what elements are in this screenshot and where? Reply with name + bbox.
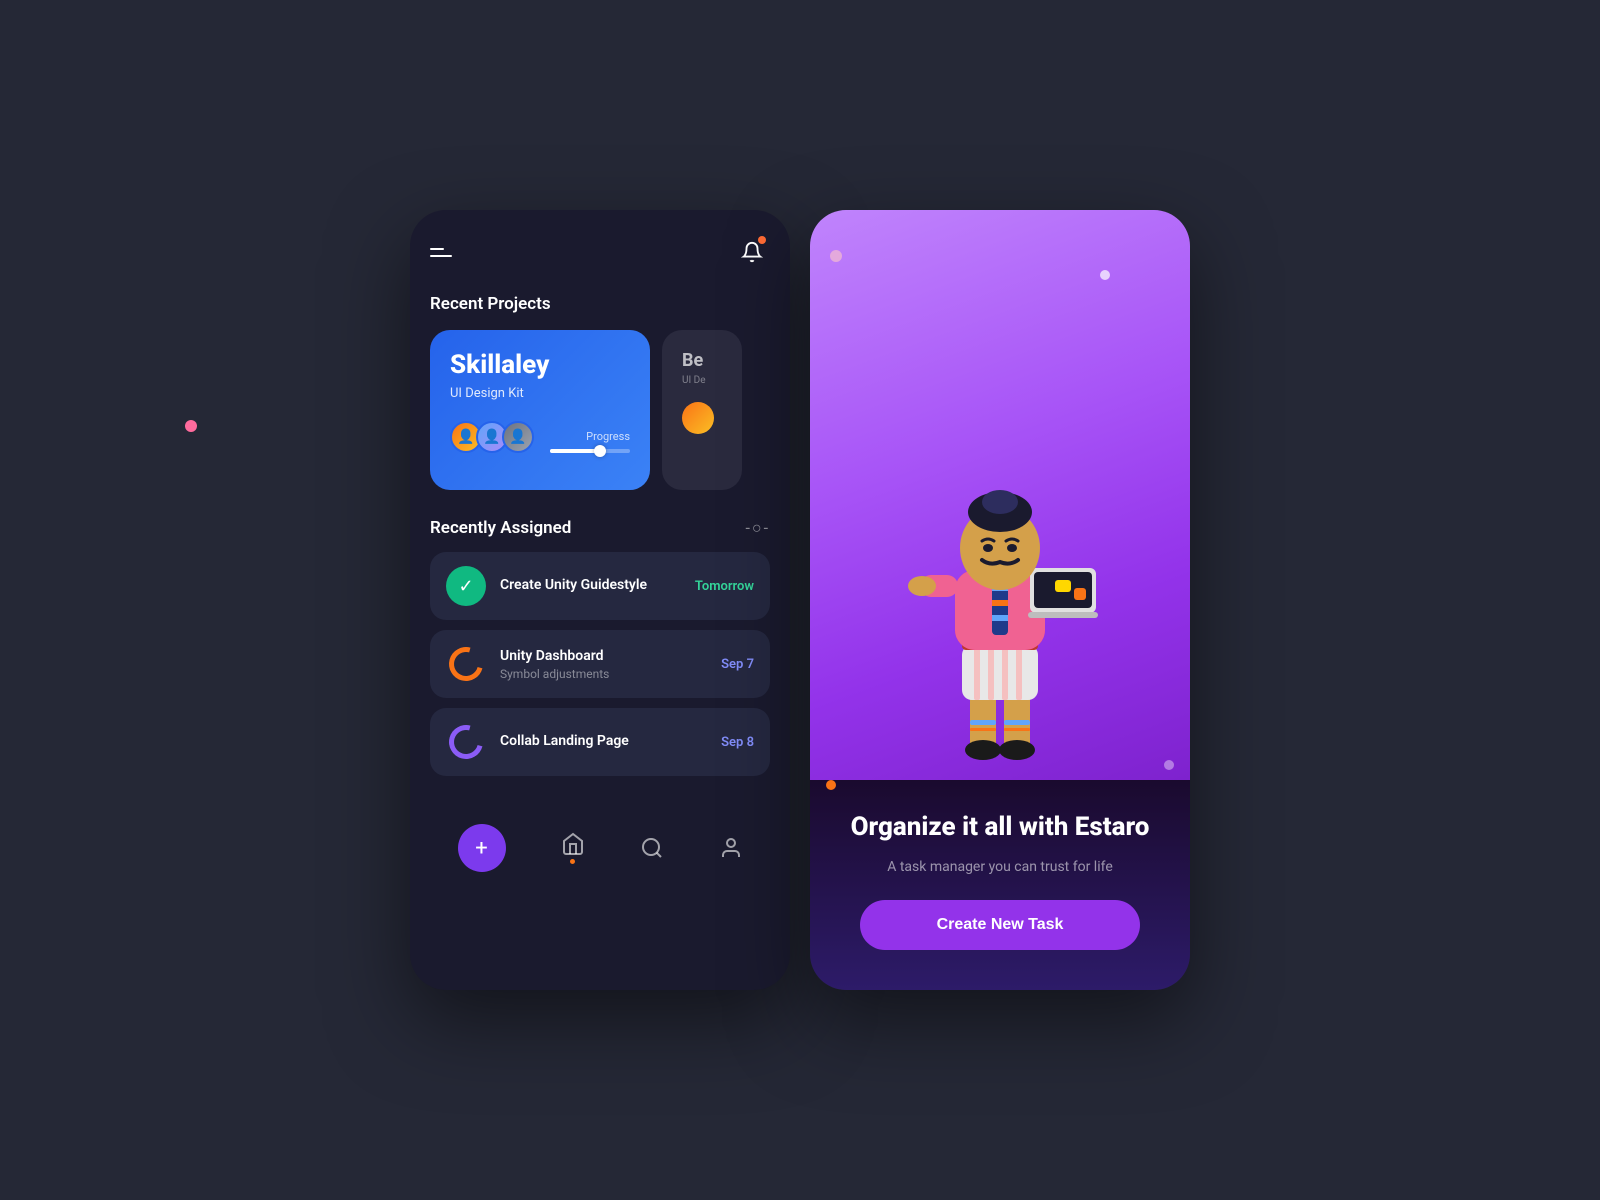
task-name: Unity Dashboard — [500, 648, 707, 664]
app-description: A task manager you can trust for life — [887, 857, 1113, 878]
task-icon-c-purple — [446, 722, 486, 762]
task-info: Create Unity Guidestyle — [500, 577, 681, 596]
task-item[interactable]: Unity Dashboard Symbol adjustments Sep 7 — [430, 630, 770, 698]
task-name: Collab Landing Page — [500, 733, 707, 749]
character-panel — [810, 210, 1190, 780]
menu-button[interactable] — [430, 248, 452, 257]
task-date: Sep 8 — [721, 735, 754, 750]
float-decoration-1 — [1100, 270, 1110, 280]
float-decoration-2 — [830, 250, 842, 262]
filter-icon[interactable]: -○- — [745, 518, 770, 538]
checkmark-icon: ✓ — [458, 576, 473, 597]
projects-row: Skillaley UI Design Kit 👤 👤 👤 Progress — [430, 330, 770, 490]
nav-active-dot — [570, 859, 575, 864]
create-task-button[interactable]: Create New Task — [860, 900, 1140, 950]
home-icon — [561, 832, 585, 856]
task-item[interactable]: Collab Landing Page Sep 8 — [430, 708, 770, 776]
partial-avatar — [682, 402, 714, 434]
task-icon-c-orange — [446, 644, 486, 684]
right-phone: Organize it all with Estaro A task manag… — [810, 210, 1190, 990]
project-type: UI Design Kit — [450, 386, 630, 401]
task-info: Unity Dashboard Symbol adjustments — [500, 648, 707, 681]
notification-button[interactable] — [734, 234, 770, 270]
bottom-decoration-right — [1164, 760, 1174, 770]
recently-assigned-title: Recently Assigned — [430, 518, 571, 538]
recently-assigned-header: Recently Assigned -○- — [430, 518, 770, 538]
c-shape-icon — [443, 719, 489, 765]
bottom-nav: + — [410, 808, 790, 900]
search-nav-button[interactable] — [640, 836, 664, 860]
recent-projects-title: Recent Projects — [430, 294, 770, 314]
partial-project-type: UI De — [682, 375, 722, 386]
task-date: Tomorrow — [695, 579, 754, 594]
progress-label: Progress — [586, 430, 630, 443]
notification-badge — [758, 236, 766, 244]
task-icon-check: ✓ — [446, 566, 486, 606]
task-info: Collab Landing Page — [500, 733, 707, 752]
phone-header — [430, 234, 770, 270]
project-name: Skillaley — [450, 350, 630, 380]
search-icon — [640, 836, 664, 860]
progress-fill — [550, 449, 598, 453]
character-illustration — [900, 460, 1100, 780]
avatar-group: 👤 👤 👤 — [450, 421, 534, 453]
c-shape-icon — [443, 641, 489, 687]
bg-decoration-dot — [185, 420, 197, 432]
profile-nav-button[interactable] — [719, 836, 743, 860]
add-task-button[interactable]: + — [458, 824, 506, 872]
home-nav-button[interactable] — [561, 832, 585, 864]
bottom-decoration-left — [826, 780, 836, 790]
main-container: Recent Projects Skillaley UI Design Kit … — [410, 210, 1190, 990]
avatar: 👤 — [502, 421, 534, 453]
cta-panel: Organize it all with Estaro A task manag… — [810, 780, 1190, 990]
project-card-skillaley[interactable]: Skillaley UI Design Kit 👤 👤 👤 Progress — [430, 330, 650, 490]
task-date: Sep 7 — [721, 657, 754, 672]
profile-icon — [719, 836, 743, 860]
progress-thumb — [594, 445, 606, 457]
partial-project-name: Be — [682, 350, 722, 371]
task-list: ✓ Create Unity Guidestyle Tomorrow Unity… — [430, 552, 770, 776]
left-phone: Recent Projects Skillaley UI Design Kit … — [410, 210, 790, 990]
progress-section: Progress — [550, 430, 630, 453]
task-item[interactable]: ✓ Create Unity Guidestyle Tomorrow — [430, 552, 770, 620]
bell-icon — [741, 241, 763, 263]
task-name: Create Unity Guidestyle — [500, 577, 681, 593]
progress-bar — [550, 449, 630, 453]
app-tagline: Organize it all with Estaro — [851, 812, 1150, 843]
project-card-partial[interactable]: Be UI De — [662, 330, 742, 490]
task-subtitle: Symbol adjustments — [500, 667, 707, 681]
